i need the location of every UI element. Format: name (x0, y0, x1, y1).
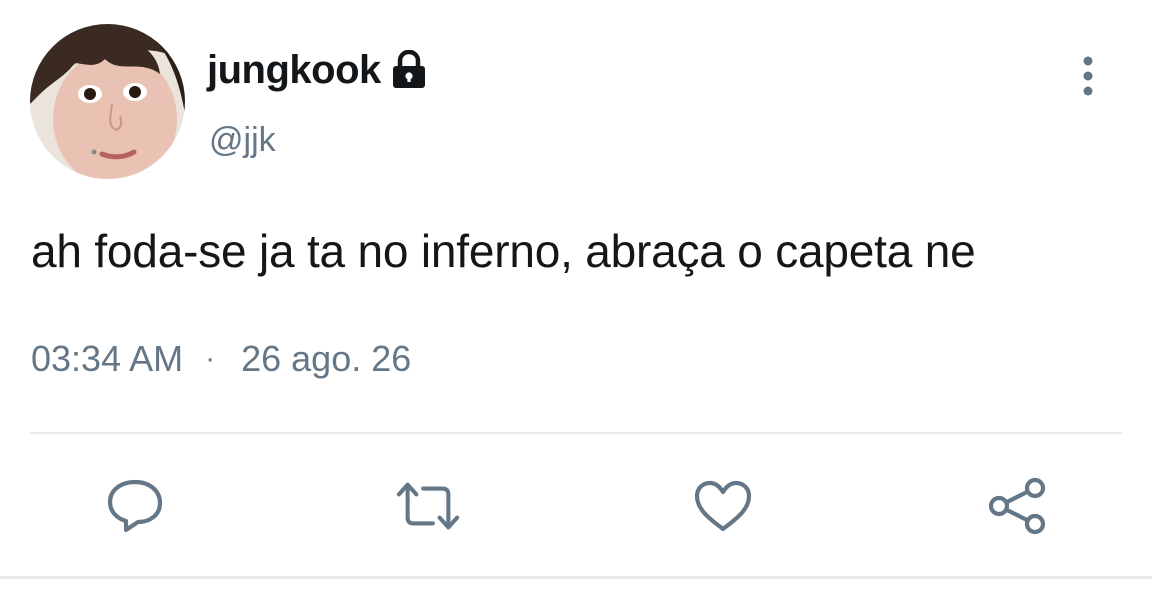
bottom-divider (0, 576, 1152, 579)
reply-button[interactable] (103, 476, 167, 536)
retweet-button[interactable] (396, 476, 460, 536)
tweet-text: ah foda-se ja ta no inferno, abraça o ca… (31, 225, 976, 277)
display-name[interactable]: jungkook (207, 46, 381, 94)
tweet-card: jungkook @jjk ah foda-se ja ta no infern… (0, 0, 1152, 597)
divider (30, 432, 1122, 434)
avatar-photo (30, 24, 185, 179)
tweet-timestamp[interactable]: 03:34 AM · 26 ago. 26 (31, 336, 411, 382)
tweet-time: 03:34 AM (31, 338, 184, 379)
more-options-button[interactable] (1066, 50, 1110, 102)
author-handle[interactable]: @jjk (209, 118, 276, 162)
author-name-row[interactable]: jungkook (207, 46, 427, 94)
heart-icon (694, 480, 752, 532)
share-icon (988, 477, 1046, 535)
retweet-icon (396, 482, 460, 530)
like-button[interactable] (691, 476, 755, 536)
more-vertical-icon (1083, 56, 1093, 96)
share-button[interactable] (986, 476, 1050, 536)
reply-icon (107, 479, 163, 533)
tweet-date: 26 ago. 26 (241, 338, 412, 379)
avatar[interactable] (30, 24, 185, 179)
lock-icon (391, 49, 427, 90)
meta-separator: · (205, 342, 216, 375)
